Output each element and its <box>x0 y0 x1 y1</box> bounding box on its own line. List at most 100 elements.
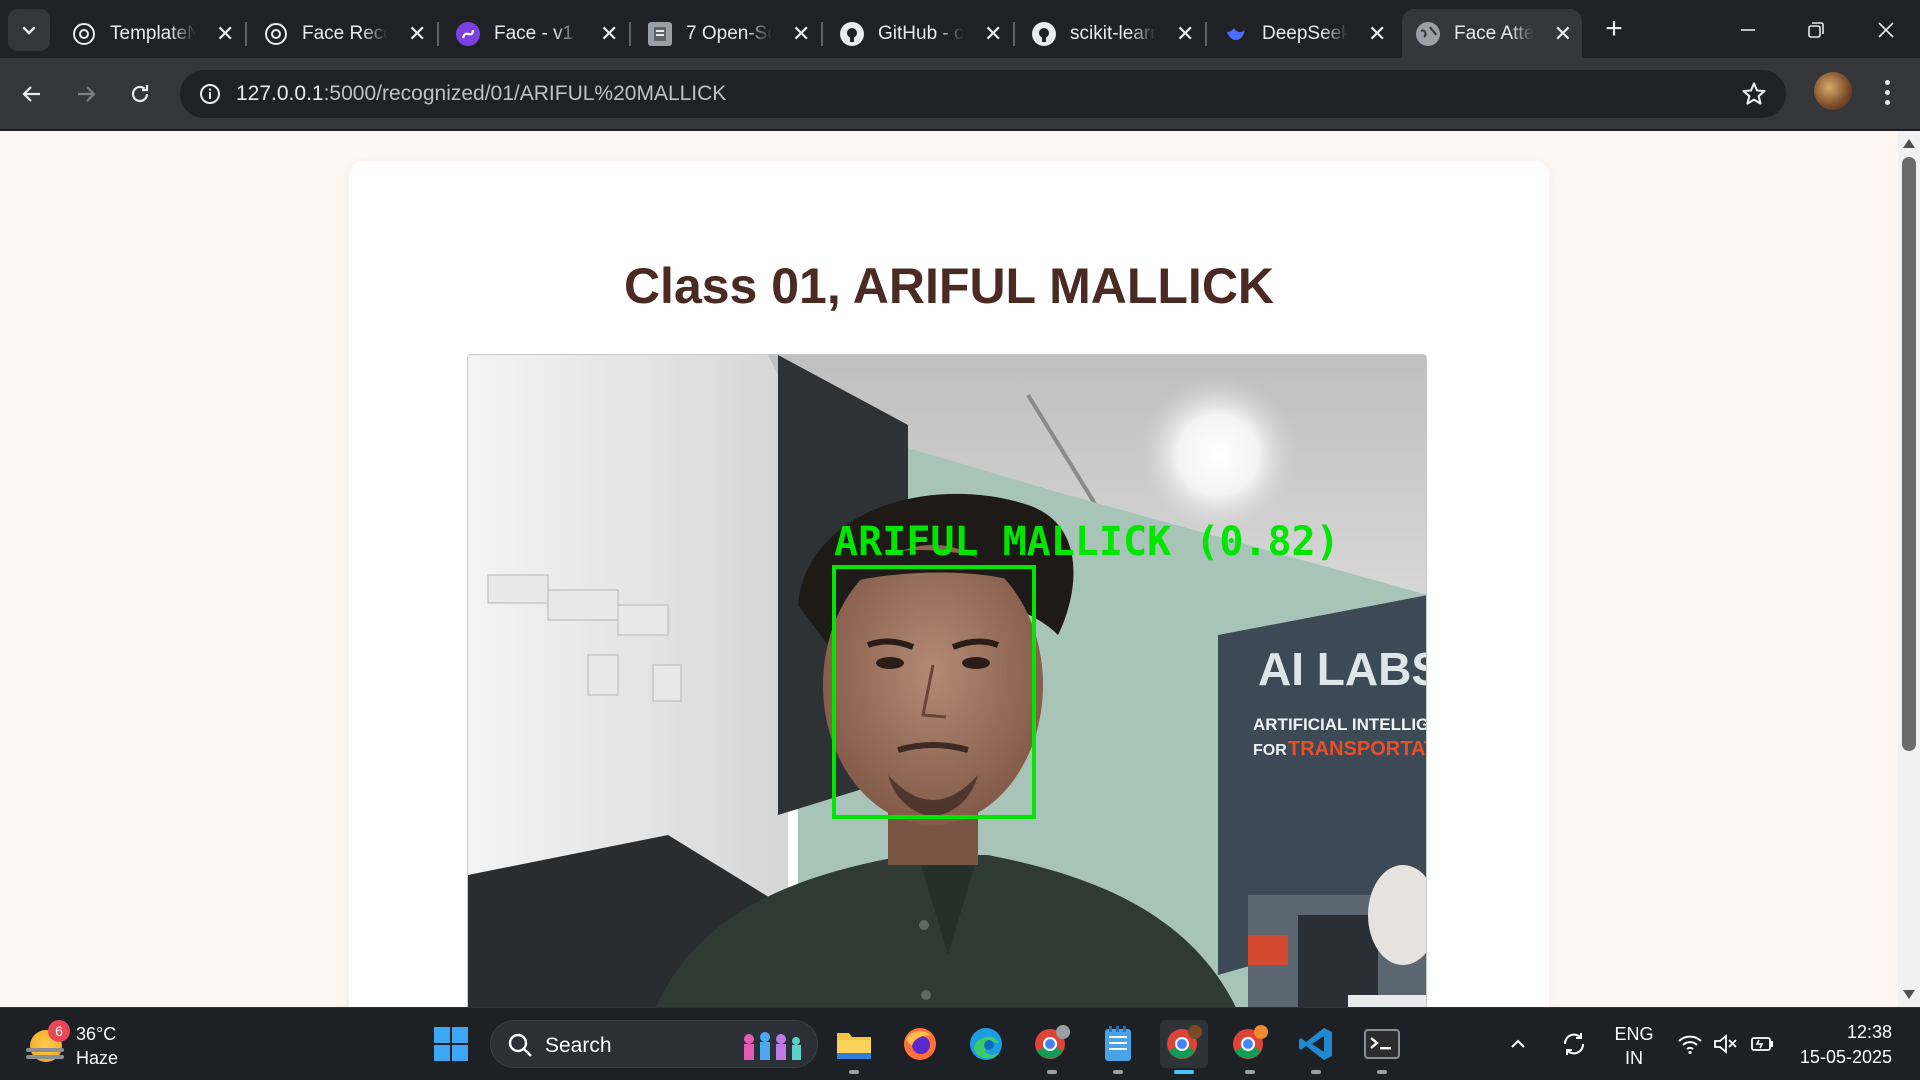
close-icon[interactable]: ✕ <box>792 22 810 45</box>
running-indicator <box>1377 1070 1387 1074</box>
chrome-active-button[interactable] <box>1160 1020 1208 1074</box>
quick-settings-button[interactable] <box>1672 1020 1780 1068</box>
openai-icon <box>72 22 96 46</box>
vscode-icon <box>1299 1028 1332 1060</box>
clock-time: 12:38 <box>1846 1022 1892 1042</box>
tab-title: Face Atten <box>1454 22 1534 44</box>
wifi-icon <box>1678 1035 1702 1055</box>
globe-icon <box>1416 21 1440 46</box>
minimize-button[interactable] <box>1728 10 1768 50</box>
poster-line2-highlight: TRANSPORTATION <box>1288 738 1427 760</box>
url-text[interactable]: 127.0.0.1:5000/recognized/01/ARIFUL%20MA… <box>236 82 726 106</box>
weather-widget[interactable]: 6 36°C Haze <box>26 1020 136 1070</box>
site-info-icon[interactable] <box>194 78 226 110</box>
page-viewport: Class 01, ARIFUL MALLICK AI LABS ARTIFIC… <box>0 131 1898 1007</box>
close-icon[interactable]: ✕ <box>984 22 1002 45</box>
browser-toolbar: 127.0.0.1:5000/recognized/01/ARIFUL%20MA… <box>0 58 1920 130</box>
close-icon[interactable]: ✕ <box>600 22 618 45</box>
arrow-left-icon <box>22 86 40 102</box>
vscode-button[interactable] <box>1292 1020 1340 1074</box>
close-window-button[interactable] <box>1866 10 1906 50</box>
volume-muted-icon <box>1714 1034 1737 1054</box>
show-hidden-icons-button[interactable] <box>1502 1020 1534 1068</box>
tab-scikit-learn[interactable]: scikit-learn ✕ <box>1018 9 1204 58</box>
file-explorer-button[interactable] <box>830 1020 878 1074</box>
tab-face-recog[interactable]: Face Recog ✕ <box>250 9 436 58</box>
tab-search-button[interactable] <box>8 9 50 51</box>
deepseek-icon <box>1224 22 1248 46</box>
system-clock[interactable]: 12:38 15-05-2025 <box>1800 1020 1892 1070</box>
haze-icon <box>26 1048 64 1052</box>
close-icon[interactable]: ✕ <box>216 22 234 45</box>
region-code: IN <box>1625 1048 1643 1068</box>
tab-title: DeepSeek <box>1262 22 1348 44</box>
folder-icon <box>837 1033 871 1059</box>
notepad-icon <box>1105 1026 1131 1061</box>
reload-button[interactable] <box>122 76 158 112</box>
weather-temperature: 36°C <box>76 1024 117 1044</box>
tab-open-source[interactable]: 7 Open-So ✕ <box>634 9 820 58</box>
tab-github[interactable]: GitHub - o ✕ <box>826 9 1012 58</box>
search-placeholder: Search <box>545 1034 612 1057</box>
github-icon <box>840 21 864 46</box>
tab-title: GitHub - o <box>878 22 964 44</box>
windows-taskbar: 6 36°C Haze Search ENG IN 12:38 15-05-20… <box>0 1007 1920 1080</box>
chrome-icon <box>1167 1025 1202 1059</box>
restore-button[interactable] <box>1796 10 1836 50</box>
url-path: :5000/recognized/01/ARIFUL%20MALLICK <box>323 82 727 105</box>
firefox-button[interactable] <box>896 1020 944 1068</box>
chevron-down-icon <box>22 26 36 35</box>
running-indicator <box>1245 1070 1255 1074</box>
profile-avatar[interactable] <box>1814 72 1852 110</box>
scroll-down-arrow-icon[interactable] <box>1903 990 1915 999</box>
reload-icon <box>131 85 149 103</box>
running-indicator <box>849 1070 859 1074</box>
battery-icon <box>1751 1037 1773 1051</box>
webcam-frame: AI LABS ARTIFICIAL INTELLIGENCE FOR TRAN… <box>468 355 1427 1007</box>
search-highlight-icon <box>744 1032 801 1060</box>
windows-logo-icon <box>434 1027 468 1061</box>
clock-date: 15-05-2025 <box>1799 1047 1892 1067</box>
close-icon[interactable]: ✕ <box>1554 22 1572 45</box>
more-menu-icon[interactable] <box>1872 74 1902 110</box>
scroll-up-arrow-icon[interactable] <box>1903 139 1915 148</box>
tab-title: Face Recog <box>302 22 388 44</box>
notification-badge: 6 <box>48 1020 70 1042</box>
tab-face-attendance[interactable]: Face Atten ✕ <box>1402 9 1582 58</box>
page-scrollbar[interactable] <box>1898 131 1920 1007</box>
start-button[interactable] <box>427 1020 475 1068</box>
running-indicator <box>1047 1070 1057 1074</box>
chrome-icon <box>1233 1025 1268 1059</box>
bookmark-star-icon[interactable] <box>1740 80 1768 108</box>
chevron-up-icon <box>1511 1039 1525 1048</box>
poster-brand: AI LABS <box>1258 643 1427 695</box>
url-host: 127.0.0.1 <box>236 82 324 105</box>
restore-icon <box>1808 22 1824 38</box>
language-code: ENG <box>1614 1024 1654 1044</box>
close-icon <box>1878 22 1894 38</box>
chrome-profile-d-button[interactable] <box>1028 1020 1076 1074</box>
close-icon[interactable]: ✕ <box>1176 22 1194 45</box>
language-indicator[interactable]: ENG IN <box>1606 1022 1662 1070</box>
scroll-thumb[interactable] <box>1902 157 1916 751</box>
taskbar-search[interactable]: Search <box>490 1020 818 1068</box>
notepad-button[interactable] <box>1094 1020 1142 1074</box>
sync-icon <box>1563 1033 1585 1055</box>
address-bar[interactable]: 127.0.0.1:5000/recognized/01/ARIFUL%20MA… <box>180 70 1786 118</box>
recognized-face-image: AI LABS ARTIFICIAL INTELLIGENCE FOR TRAN… <box>467 354 1427 1007</box>
tab-face-v1[interactable]: Face - v1 2 ✕ <box>442 9 628 58</box>
tab-deepseek[interactable]: DeepSeek ✕ <box>1210 9 1396 58</box>
minimize-icon <box>1741 29 1755 31</box>
sync-tray-button[interactable] <box>1556 1020 1592 1068</box>
chrome-profile-a-button[interactable] <box>1226 1020 1274 1074</box>
edge-button[interactable] <box>962 1020 1010 1068</box>
new-tab-button[interactable]: + <box>1600 14 1628 46</box>
arrow-right-icon <box>78 86 96 102</box>
forward-button[interactable] <box>68 76 104 112</box>
tab-templaten[interactable]: TemplateN ✕ <box>58 9 244 58</box>
terminal-button[interactable] <box>1358 1020 1406 1074</box>
close-icon[interactable]: ✕ <box>408 22 426 45</box>
tab-title: Face - v1 2 <box>494 22 580 44</box>
close-icon[interactable]: ✕ <box>1368 22 1386 45</box>
back-button[interactable] <box>14 76 50 112</box>
